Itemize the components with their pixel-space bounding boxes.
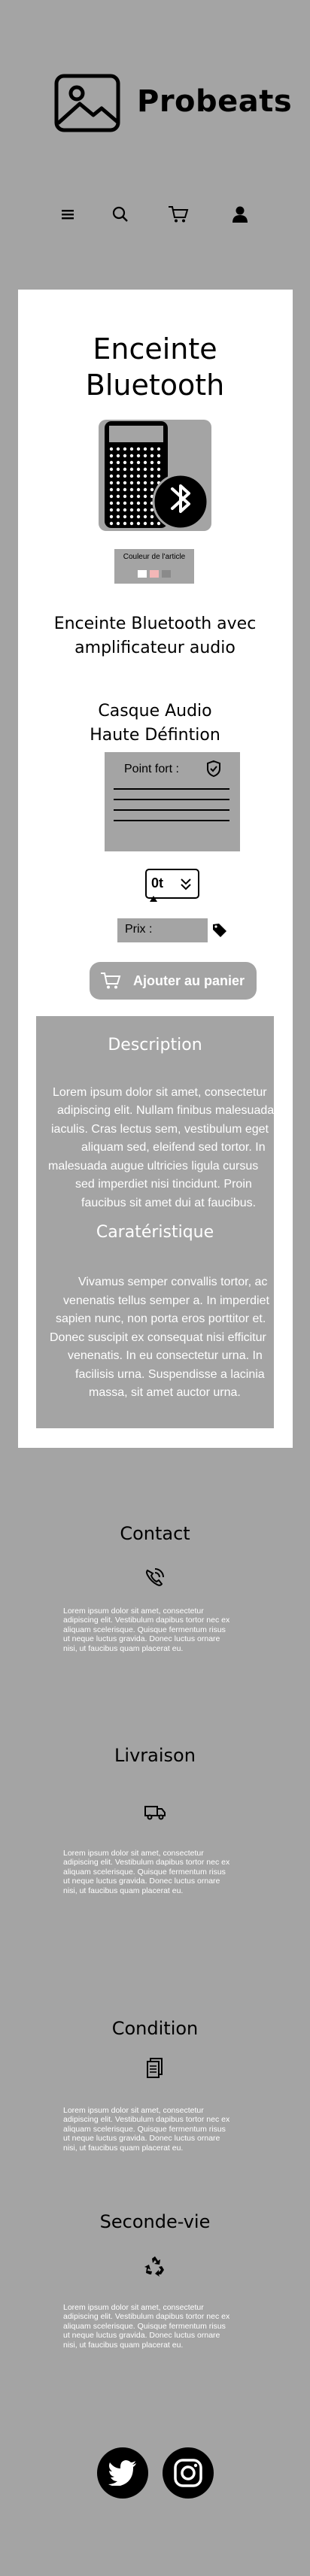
description-line: Lorem ipsum dolor sit amet, consectetur xyxy=(53,1086,267,1099)
menu-icon[interactable] xyxy=(55,202,81,227)
characteristics-line: Vivamus semper convallis tortor, ac xyxy=(78,1276,268,1288)
brand-name[interactable]: Probeats xyxy=(137,84,292,119)
description-title: Description xyxy=(108,1036,202,1054)
logo-image-icon xyxy=(54,74,120,132)
point-fort-box: Point fort : xyxy=(105,752,240,851)
divider xyxy=(114,809,229,811)
divider xyxy=(114,820,229,821)
search-icon[interactable] xyxy=(108,202,133,227)
contact-title[interactable]: Contact xyxy=(0,1523,310,1544)
description-line: iaculis. Cras lectus sem, vestibulum ege… xyxy=(51,1123,269,1136)
condition-text: Lorem ipsum dolor sit amet, consectetur a… xyxy=(63,2106,230,2153)
characteristics-line: facilisis urna. Suspendisse a lacinia xyxy=(75,1368,265,1381)
characteristics-line: massa, sit amet auctor urna. xyxy=(89,1386,241,1399)
price-box: Prix : xyxy=(117,918,208,942)
phone-icon[interactable] xyxy=(144,1566,166,1588)
description-line: faucibus sit amet dui at faucibus. xyxy=(81,1197,257,1209)
characteristics-line: venenatis. In eu consectetur urna. In xyxy=(68,1349,263,1362)
recycle-icon[interactable] xyxy=(144,2255,166,2277)
chevron-double-down-icon[interactable] xyxy=(180,878,192,891)
characteristics-line: venenatis tellus semper a. In imperdiet xyxy=(63,1294,269,1307)
product-title: Enceinte Bluetooth xyxy=(85,332,225,402)
divider xyxy=(114,799,229,800)
divider xyxy=(114,788,229,790)
user-icon[interactable] xyxy=(227,202,253,227)
cart-icon[interactable] xyxy=(166,202,191,227)
instagram-icon[interactable] xyxy=(163,2447,214,2499)
contact-text: Lorem ipsum dolor sit amet, consectetur a… xyxy=(63,1607,230,1653)
color-label: Couleur de l'article xyxy=(123,553,186,561)
color-swatch-pink[interactable] xyxy=(150,570,159,578)
color-swatch-grey[interactable] xyxy=(162,570,171,578)
price-tag-icon xyxy=(213,924,226,937)
product-name: Enceinte Bluetooth avec amplificateur au… xyxy=(53,614,257,657)
description-panel: Description Lorem ipsum dolor sit amet, … xyxy=(36,1016,274,1428)
delivery-title[interactable]: Livraison xyxy=(0,1745,310,1766)
description-line: adipiscing elit. Nullam finibus malesuad… xyxy=(57,1104,274,1117)
description-line: malesuada augue ultricies ligula cursus xyxy=(48,1160,259,1173)
document-icon[interactable] xyxy=(144,2056,166,2079)
quantity-selector[interactable]: 0t xyxy=(145,869,199,902)
description-line: sed imperdiet nisi tincidunt. Proin xyxy=(75,1178,252,1191)
description-line: aliquam sed, eleifend sed tortor. In xyxy=(81,1141,266,1154)
delivery-text: Lorem ipsum dolor sit amet, consectetur a… xyxy=(63,1849,230,1895)
condition-title[interactable]: Condition xyxy=(0,2018,310,2039)
truck-icon[interactable] xyxy=(144,1801,166,1823)
characteristics-line: Donec suscipit ex consequat nisi efficit… xyxy=(50,1331,266,1344)
suggested-product-title[interactable]: Casque Audio Haute Défintion xyxy=(0,699,310,748)
price-label: Prix : xyxy=(125,923,153,936)
quantity-value: 0t xyxy=(151,875,164,891)
second-life-title[interactable]: Seconde-vie xyxy=(0,2211,310,2232)
add-to-cart-label: Ajouter au panier xyxy=(133,972,245,988)
cart-icon xyxy=(101,972,121,989)
second-life-text: Lorem ipsum dolor sit amet, consectetur a… xyxy=(63,2303,230,2350)
characteristics-title: Caratéristique xyxy=(96,1223,214,1242)
add-to-cart-button[interactable]: Ajouter au panier xyxy=(90,962,257,1000)
characteristics-line: sapien nunc, non porta eros porttitor et… xyxy=(56,1312,266,1325)
shield-check-icon xyxy=(207,760,220,778)
point-fort-label: Point fort : xyxy=(124,763,179,775)
twitter-icon[interactable] xyxy=(97,2447,148,2499)
color-swatch-white[interactable] xyxy=(138,570,147,578)
bluetooth-speaker-icon xyxy=(99,420,211,531)
cursor-caret-icon xyxy=(150,896,157,902)
